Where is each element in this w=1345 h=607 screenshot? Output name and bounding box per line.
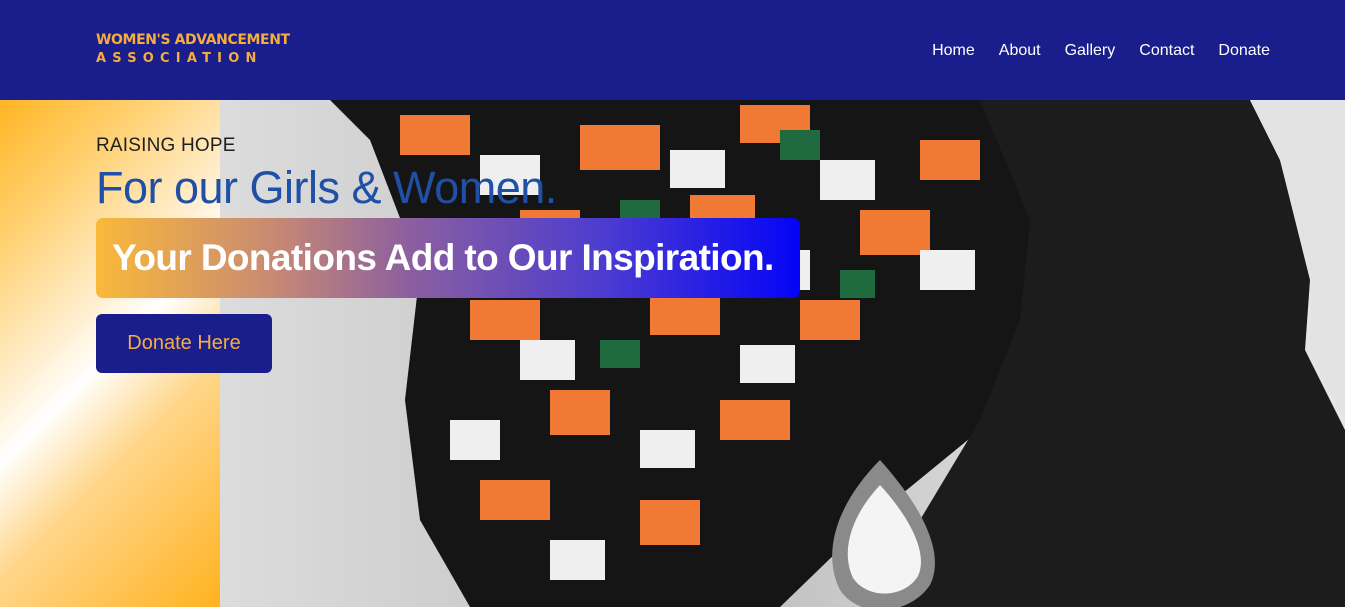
nav-home[interactable]: Home <box>932 41 975 61</box>
logo-line1: WOMEN'S ADVANCEMENT <box>96 32 290 48</box>
brand-logo[interactable]: WOMEN'S ADVANCEMENT ASSOCIATION <box>96 31 290 69</box>
nav-about[interactable]: About <box>999 41 1041 61</box>
hero-kicker: RAISING HOPE <box>96 135 236 156</box>
donate-here-button[interactable]: Donate Here <box>96 314 272 373</box>
hero-banner-text: Your Donations Add to Our Inspiration. <box>112 237 774 278</box>
logo-line2: ASSOCIATION <box>96 51 263 66</box>
nav-donate[interactable]: Donate <box>1218 41 1270 61</box>
main-nav: Home About Gallery Contact Donate <box>932 41 1270 61</box>
hero-banner: Your Donations Add to Our Inspiration. <box>96 218 800 298</box>
hero-section: RAISING HOPE For our Girls & Women. Your… <box>0 100 1345 607</box>
hero-title: For our Girls & Women. <box>96 162 557 213</box>
site-header: WOMEN'S ADVANCEMENT ASSOCIATION Home Abo… <box>0 0 1345 100</box>
nav-gallery[interactable]: Gallery <box>1065 41 1116 61</box>
donate-here-label: Donate Here <box>127 332 241 354</box>
nav-contact[interactable]: Contact <box>1139 41 1194 61</box>
